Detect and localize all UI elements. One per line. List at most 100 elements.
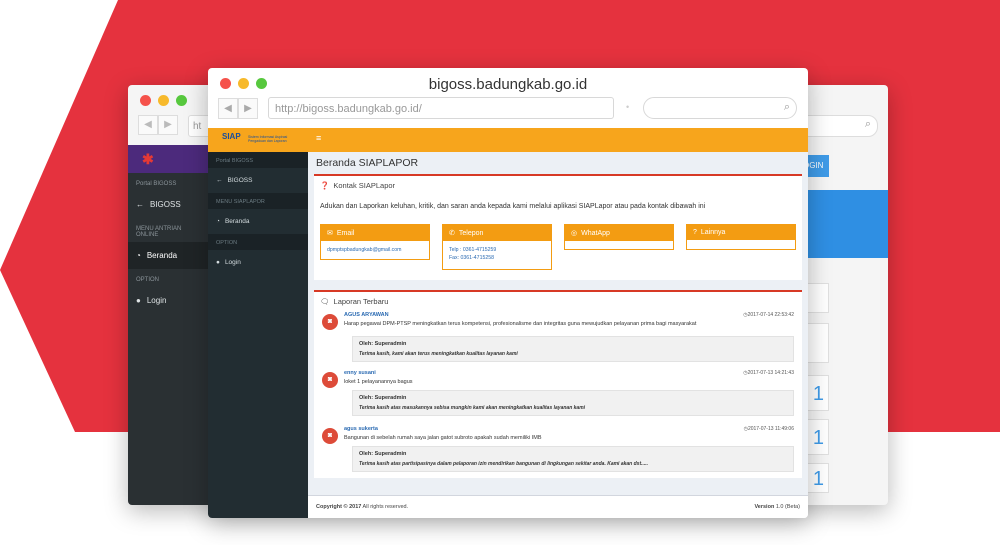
contact-header: ❓ Kontak SIAPLapor (314, 176, 802, 195)
copyright-bold: Copyright © 2017 (316, 504, 362, 510)
version-text: Version 1.0 (Beta) (754, 504, 800, 510)
report-time: ◷2017-07-14 22:53:42 (743, 312, 794, 318)
report-time-value: 2017-07-13 11:49:06 (747, 426, 794, 432)
report-avatar-icon: ◙ (322, 314, 338, 330)
url-bar[interactable]: http://bigoss.badungkab.go.id/ (268, 97, 614, 119)
report-item: ◙ AGUS ARYAWAN ◷2017-07-14 22:53:42 Hara… (322, 312, 794, 362)
search-icon: ⌕ (783, 101, 790, 113)
reply-text: Terima kasih atas partisipasinya dalam p… (359, 461, 649, 467)
window-title: bigoss.badungkab.go.id (428, 76, 588, 93)
copyright-rest: All rights reserved. (361, 504, 409, 510)
report-avatar-icon: ◙ (322, 428, 338, 444)
page-footer: Copyright © 2017 All rights reserved. Ve… (308, 495, 808, 518)
sidebar-item-login[interactable]: ● Login (208, 250, 308, 275)
contact-card-other[interactable]: ? Lainnya (686, 224, 796, 250)
sidebar-section: Portal BIGOSS (208, 152, 308, 168)
reports-header: 🗨 Laporan Terbaru (314, 292, 802, 311)
reports-heading: Laporan Terbaru (333, 297, 389, 306)
contact-card-email[interactable]: ✉ Email dpmptspbadungkab@gmail.com (320, 224, 430, 260)
report-author[interactable]: enny susani (344, 370, 376, 376)
contact-card-label: WhatApp (581, 229, 610, 237)
dashboard-icon: ◔ (216, 218, 220, 225)
siap-logo: SIAP Sistem Informasi Aspirasi Pengaduan… (208, 128, 308, 152)
report-message: Harap pegawai DPM-PTSP meningkatkan teru… (344, 321, 697, 327)
page-title: Beranda SIAPLAPOR (316, 157, 419, 169)
sidebar-item-label: BIGOSS (150, 200, 181, 209)
report-message: Bangunan di sebelah rumah saya jalan gat… (344, 435, 542, 441)
sidebar: SIAP Sistem Informasi Aspirasi Pengaduan… (208, 128, 308, 518)
fax-value: Fax: 0361-4715258 (449, 255, 494, 261)
contact-heading: Kontak SIAPLapor (333, 181, 396, 190)
contact-intro: Adukan dan Laporkan keluhan, kritik, dan… (320, 203, 706, 210)
arrow-left-icon: ← (216, 177, 223, 184)
reply-author: Oleh: Superadmin (359, 341, 407, 347)
sidebar-item-bigoss[interactable]: ← BIGOSS (208, 168, 308, 193)
sidebar-item-login[interactable]: ● Login (128, 287, 208, 314)
contact-card-label: Telepon (458, 229, 484, 237)
sidebar-item-label: Beranda (224, 218, 250, 225)
logo-subtitle: Sistem Informasi Aspirasi Pengaduan dan … (248, 135, 288, 143)
nav-buttons: ◀ ▶ (218, 98, 258, 119)
nav-buttons: ◀ ▶ (138, 115, 178, 135)
contact-card-label: Lainnya (700, 229, 726, 236)
user-icon: ● (216, 259, 220, 266)
report-time-value: 2017-07-14 22:53:42 (747, 312, 794, 318)
reply-text: Terima kasih atas masukannya sebisa mung… (359, 405, 586, 411)
contact-card-label: Email (336, 229, 355, 237)
sidebar-item-bigoss[interactable]: ← BIGOSS (128, 191, 208, 218)
forward-arrow-icon[interactable]: ▶ (158, 115, 178, 135)
back-arrow-icon[interactable]: ◀ (138, 115, 158, 135)
separator-dot: • (626, 102, 630, 112)
sidebar-section: Portal BIGOSS (136, 181, 177, 187)
reports-box: 🗨 Laporan Terbaru ◙ AGUS ARYAWAN ◷2017-07… (314, 290, 802, 478)
contact-card-whatsapp[interactable]: ◎ WhatApp (564, 224, 674, 250)
report-time-value: 2017-07-13 14:21:43 (747, 370, 794, 376)
window-controls (140, 95, 187, 106)
copyright-text: Copyright © 2017 All rights reserved. (316, 504, 408, 510)
contact-card-body: dpmptspbadungkab@gmail.com (321, 241, 429, 259)
main-content: Beranda SIAPLAPOR ❓ Kontak SIAPLapor Aduk… (308, 152, 808, 518)
whatsapp-icon: ◎ (571, 230, 578, 237)
contact-card-header: ◎ WhatApp (565, 225, 673, 241)
report-time: ◷2017-07-13 11:49:06 (744, 426, 794, 432)
contact-card-header: ✆ Telepon (443, 225, 551, 241)
maximize-dot[interactable] (176, 95, 187, 106)
sidebar-item-beranda[interactable]: ◔ Beranda (128, 242, 208, 269)
report-message: loket 1 pelayanannya bagus (344, 379, 413, 385)
report-avatar-icon: ◙ (322, 372, 338, 388)
sidebar-section: OPTION (136, 277, 160, 283)
sidebar-item-beranda[interactable]: ◔ Beranda (208, 209, 308, 234)
back-arrow-icon[interactable]: ◀ (218, 98, 238, 119)
contact-card-phone[interactable]: ✆ Telepon Telp : 0361-4715259 Fax: 0361-47… (442, 224, 552, 270)
sidebar: ✱ Portal BIGOSS ← BIGOSS MENU ANTRIAN ONL… (128, 145, 208, 505)
report-author[interactable]: agus sukerta (344, 426, 378, 432)
minimize-dot[interactable] (158, 95, 169, 106)
reply-author: Oleh: Superadmin (359, 451, 407, 457)
report-reply: Oleh: Superadmin Terima kasih, kami akan… (352, 336, 794, 362)
arrow-left-icon: ← (136, 200, 144, 209)
report-reply: Oleh: Superadmin Terima kasih atas parti… (352, 446, 794, 472)
logo-icon: ✱ (142, 151, 154, 167)
forward-arrow-icon[interactable]: ▶ (238, 98, 258, 119)
search-field[interactable]: ⌕ (643, 97, 797, 119)
close-dot[interactable] (140, 95, 151, 106)
url-text: ht (193, 121, 202, 132)
sidebar-item-label: Login (224, 259, 241, 266)
contact-box: ❓ Kontak SIAPLapor Adukan dan Laporkan ke… (314, 174, 802, 280)
reply-text: Terima kasih, kami akan terus meningkatk… (359, 351, 518, 357)
user-icon: ● (136, 296, 141, 305)
envelope-icon: ✉ (327, 230, 333, 237)
report-time: ◷2017-07-13 14:21:43 (743, 370, 794, 376)
main-browser-window: bigoss.badungkab.go.id ◀ ▶ http://bigoss… (208, 68, 808, 518)
email-value[interactable]: dpmptspbadungkab@gmail.com (327, 246, 423, 254)
phone-icon: ✆ (449, 230, 455, 237)
sidebar-section: MENU SIAPLAPOR (208, 193, 308, 209)
report-author[interactable]: AGUS ARYAWAN (344, 312, 389, 318)
hamburger-icon[interactable]: ≡ (316, 133, 321, 143)
logo-mark: SIAP (222, 132, 241, 141)
sidebar-item-label: Beranda (146, 251, 178, 260)
sidebar-section: OPTION (208, 234, 308, 250)
contact-card-header: ? Lainnya (687, 225, 795, 240)
report-item: ◙ agus sukerta ◷2017-07-13 11:49:06 Bang… (322, 426, 794, 474)
search-icon: ⌕ (864, 118, 871, 130)
